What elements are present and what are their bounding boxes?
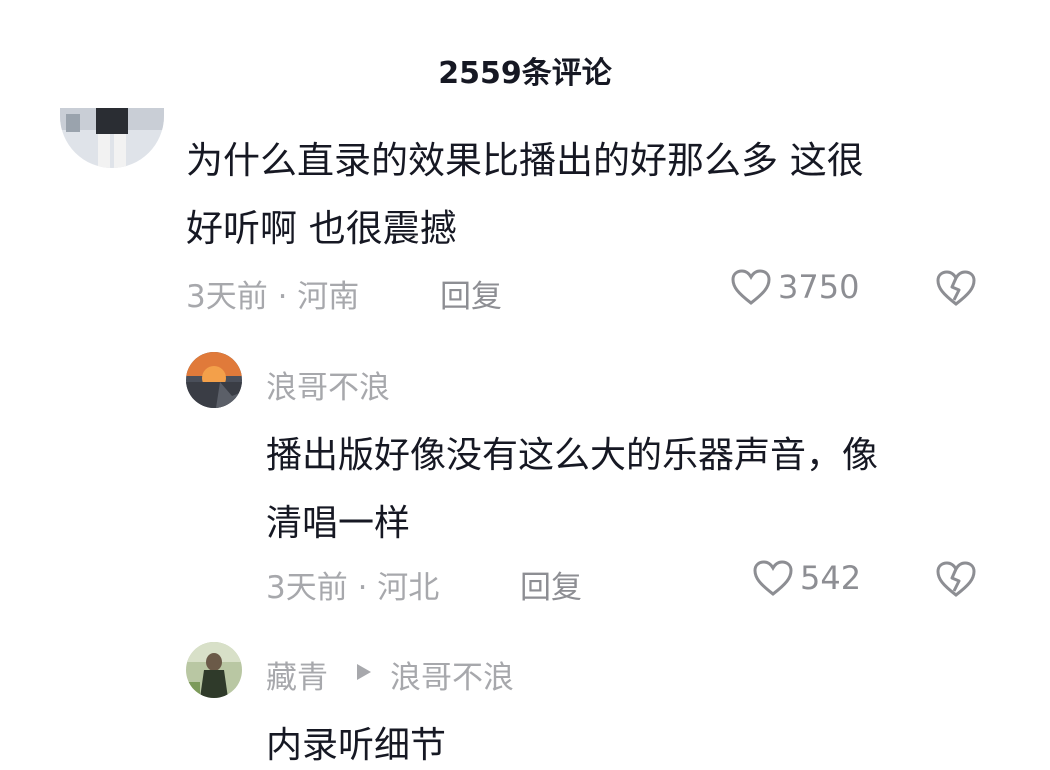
reply-location: 河北 — [377, 570, 440, 606]
reply-arrow-icon — [357, 664, 371, 680]
reply-target-username[interactable]: 浪哥不浪 — [390, 652, 514, 697]
dislike-button[interactable] — [935, 269, 977, 311]
meta-separator: · — [347, 570, 378, 606]
heart-icon — [753, 560, 793, 596]
comment-meta: 3天前 · 河南 — [186, 271, 359, 316]
reply-meta: 3天前 · 河北 — [266, 562, 439, 607]
avatar[interactable] — [60, 108, 164, 168]
avatar[interactable] — [186, 642, 242, 698]
meta-separator: · — [267, 279, 298, 315]
reply-button[interactable]: 回复 — [520, 562, 582, 607]
heart-icon — [731, 269, 771, 305]
comment-text-line2: 好听啊 也很震撼 — [186, 207, 457, 250]
reply-username[interactable]: 藏青 — [266, 652, 328, 697]
comment-time: 3天前 — [186, 279, 268, 315]
comments-count-title: 2559条评论 — [438, 56, 612, 91]
broken-heart-icon — [936, 270, 976, 306]
broken-heart-icon — [936, 561, 976, 597]
like-button[interactable]: 542 — [752, 559, 861, 597]
like-button[interactable]: 3750 — [730, 268, 859, 306]
reply-time: 3天前 — [266, 570, 348, 606]
reply-text-line1: 播出版好像没有这么大的乐器声音，像 — [266, 435, 879, 476]
avatar[interactable] — [186, 352, 242, 408]
like-count: 3750 — [778, 268, 860, 306]
reply-text-line2: 清唱一样 — [266, 503, 411, 544]
reply-text-line1: 内录听细节 — [266, 725, 447, 766]
comment-location: 河南 — [297, 279, 360, 315]
reply-username[interactable]: 浪哥不浪 — [266, 362, 390, 407]
reply-button[interactable]: 回复 — [440, 271, 502, 316]
like-count: 542 — [800, 559, 862, 597]
comment-text-line1: 为什么直录的效果比播出的好那么多 这很 — [186, 139, 864, 182]
dislike-button[interactable] — [935, 560, 977, 602]
